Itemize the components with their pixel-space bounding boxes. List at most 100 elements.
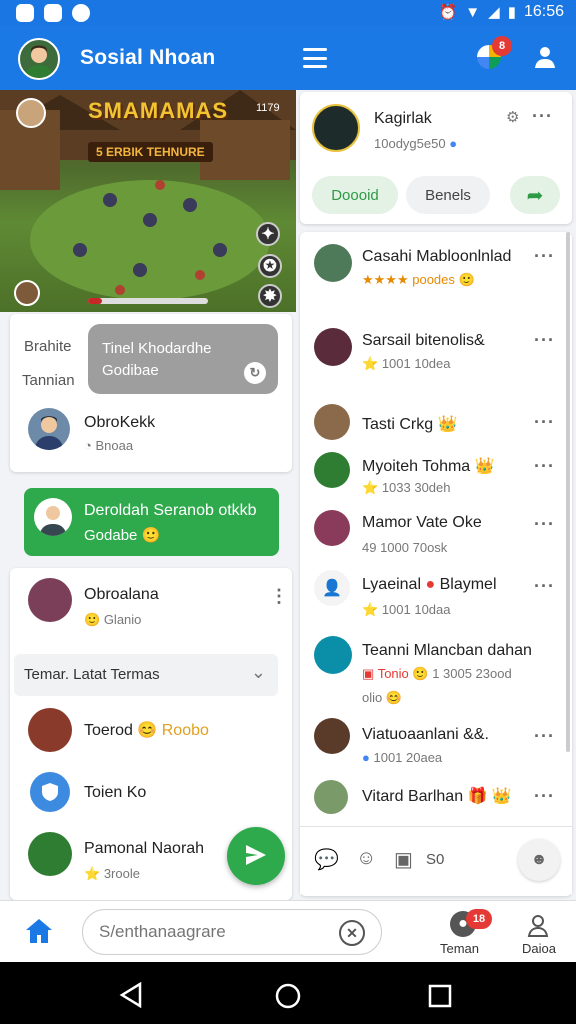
- chip-button[interactable]: Benels: [406, 176, 490, 214]
- voice-icon[interactable]: ↻: [244, 362, 266, 384]
- sticker-icon[interactable]: ☺: [356, 847, 376, 870]
- message-icon[interactable]: ▣: [394, 847, 413, 872]
- green-message-bubble[interactable]: Deroldah Seranob otkkb Godabe 🙂: [24, 488, 279, 556]
- game-action-icon[interactable]: ✸: [258, 284, 282, 308]
- friend-name: Pamonal Naorah: [84, 840, 205, 857]
- user-name: Obroalana: [84, 586, 159, 603]
- alarm-icon: ⏰: [438, 4, 458, 21]
- action-bar: 💬 ☺ ▣ S0 ☻: [300, 826, 572, 894]
- signal-icon: ◢: [488, 4, 500, 21]
- list-item[interactable]: Sarsail bitenolis& ⭐ 1001 10dea ···: [300, 326, 568, 386]
- list-sub: ★★★★ poodes 🙂: [362, 272, 475, 287]
- more-options-icon[interactable]: ···: [534, 246, 555, 267]
- send-icon: [246, 845, 266, 865]
- list-sub: olio 😊: [362, 690, 403, 705]
- game-screenshot[interactable]: SMAMAMAS 5 ERBIK TEHNURE 1179 ✦ ✪ ✸: [0, 90, 296, 312]
- list-item[interactable]: Teanni Mlancban dahan ▣ Tonio 🙂 1 3005 2…: [300, 634, 568, 710]
- notifications-button[interactable]: 8: [474, 36, 512, 72]
- list-avatar: [314, 404, 350, 440]
- user-avatar[interactable]: [28, 408, 70, 450]
- list-sub: ▣ Tonio 🙂 1 3005 23ood: [362, 666, 512, 681]
- game-action-icon[interactable]: ✦: [256, 222, 280, 246]
- list-name: Lyaeinal ● Blaymel: [362, 576, 497, 593]
- app-notification-icon: [16, 4, 34, 22]
- game-player-avatar[interactable]: [16, 98, 46, 128]
- chat-label: Tannian: [22, 372, 75, 389]
- list-item[interactable]: Mamor Vate Oke 49 1000 70osk ···: [300, 510, 568, 560]
- account-icon[interactable]: [532, 44, 558, 70]
- more-options-icon[interactable]: ···: [534, 726, 555, 747]
- friend-avatar[interactable]: [30, 772, 70, 812]
- list-item[interactable]: 👤 Lyaeinal ● Blaymel ⭐ 1001 10daa ···: [300, 570, 568, 620]
- tab-label: Daioa: [522, 941, 556, 956]
- friends-dropdown[interactable]: Temar. Latat Termas ⌄: [14, 654, 278, 696]
- chevron-down-icon: ⌄: [250, 662, 266, 682]
- profile-card-subtitle: 10odyg5e50 ●: [374, 136, 458, 151]
- bubble-line: Tinel Khodardhe: [102, 340, 212, 357]
- more-options-icon[interactable]: ···: [534, 786, 555, 807]
- home-icon[interactable]: [24, 917, 54, 950]
- emoji-button[interactable]: ☻: [518, 839, 560, 881]
- list-name: Sarsail bitenolis&: [362, 332, 485, 349]
- list-avatar: [314, 452, 350, 488]
- app-notification-icon: [72, 4, 90, 22]
- chip-button[interactable]: Doooid: [312, 176, 398, 214]
- more-options-icon[interactable]: ···: [534, 330, 555, 351]
- app-notification-icon: [44, 4, 62, 22]
- list-item[interactable]: Viatuoaanlani &&. ● 1001 20aea ···: [300, 718, 568, 768]
- profile-card: Kagirlak 10odyg5e50 ● ⚙ ··· Doooid Benel…: [300, 92, 572, 224]
- search-input[interactable]: [99, 920, 329, 944]
- status-right: ⏰ ▼ ◢ ▮ 16:56: [439, 3, 564, 21]
- list-name: Mamor Vate Oke: [362, 514, 482, 531]
- clear-search-icon[interactable]: ✕: [339, 920, 365, 946]
- game-subtitle: 5 ERBIK TEHNURE: [88, 142, 213, 162]
- person-icon: [24, 45, 54, 78]
- more-options-icon[interactable]: ···: [532, 106, 553, 127]
- chat-bubble-icon[interactable]: 💬: [314, 847, 339, 872]
- friend-avatar[interactable]: [28, 708, 72, 752]
- chat-card: Brahite Tannian Tinel Khodardhe Godibae …: [10, 314, 292, 472]
- profile-card-name: Kagirlak: [374, 110, 432, 127]
- notification-badge: 8: [492, 36, 512, 56]
- more-options-icon[interactable]: ···: [534, 576, 555, 597]
- more-options-icon[interactable]: ⋮: [270, 586, 289, 607]
- more-options-icon[interactable]: ···: [534, 456, 555, 477]
- search-bar[interactable]: ✕: [82, 909, 382, 955]
- list-item[interactable]: Casahi Mabloonlnlad ★★★★ poodes 🙂 ···: [300, 244, 568, 304]
- tab-profile[interactable]: Daioa: [516, 905, 560, 959]
- hamburger-menu-icon[interactable]: [303, 48, 327, 68]
- profile-card-avatar[interactable]: [312, 104, 360, 152]
- list-item[interactable]: Myoiteh Tohma 👑 ⭐ 1033 30deh ···: [300, 452, 568, 502]
- friend-status: ⭐ 3roole: [84, 866, 140, 881]
- status-bar: ⏰ ▼ ◢ ▮ 16:56: [0, 0, 576, 26]
- notification-icons: [16, 4, 90, 22]
- friend-avatar[interactable]: [28, 832, 72, 876]
- profile-avatar[interactable]: [18, 38, 60, 80]
- share-button[interactable]: ➦: [510, 176, 560, 214]
- action-count: S0: [426, 851, 445, 868]
- settings-icon[interactable]: ⚙: [506, 108, 519, 126]
- compose-fab[interactable]: [227, 827, 285, 885]
- home-nav-icon[interactable]: [274, 982, 302, 1010]
- tab-teman[interactable]: ● 18 Teman: [436, 905, 492, 959]
- recents-icon[interactable]: [428, 984, 452, 1008]
- list-item[interactable]: Tasti Crkg 👑 ···: [300, 404, 568, 444]
- user-avatar[interactable]: [28, 578, 72, 622]
- wifi-icon: ▼: [465, 3, 481, 21]
- more-options-icon[interactable]: ···: [534, 412, 555, 433]
- bubble-line: Deroldah Seranob otkkb: [84, 502, 257, 519]
- more-options-icon[interactable]: ···: [534, 514, 555, 535]
- chat-label: Brahite: [24, 338, 72, 355]
- app-title: Sosial Nhoan: [80, 46, 216, 69]
- bubble-line: Godibae: [102, 362, 159, 379]
- game-ally-avatar[interactable]: [14, 280, 40, 306]
- bubble-line: Godabe 🙂: [84, 527, 161, 544]
- user-status: 🙂 Glanio: [84, 612, 142, 627]
- tab-label: Teman: [440, 941, 480, 956]
- dropdown-label: Temar. Latat Termas: [24, 666, 160, 683]
- list-item[interactable]: Vitard Barlhan 🎁 👑 ···: [300, 780, 568, 820]
- game-action-icon[interactable]: ✪: [258, 254, 282, 278]
- battery-icon: ▮: [507, 4, 516, 21]
- gray-message-bubble[interactable]: Tinel Khodardhe Godibae ↻: [88, 324, 278, 394]
- back-icon[interactable]: [118, 982, 144, 1008]
